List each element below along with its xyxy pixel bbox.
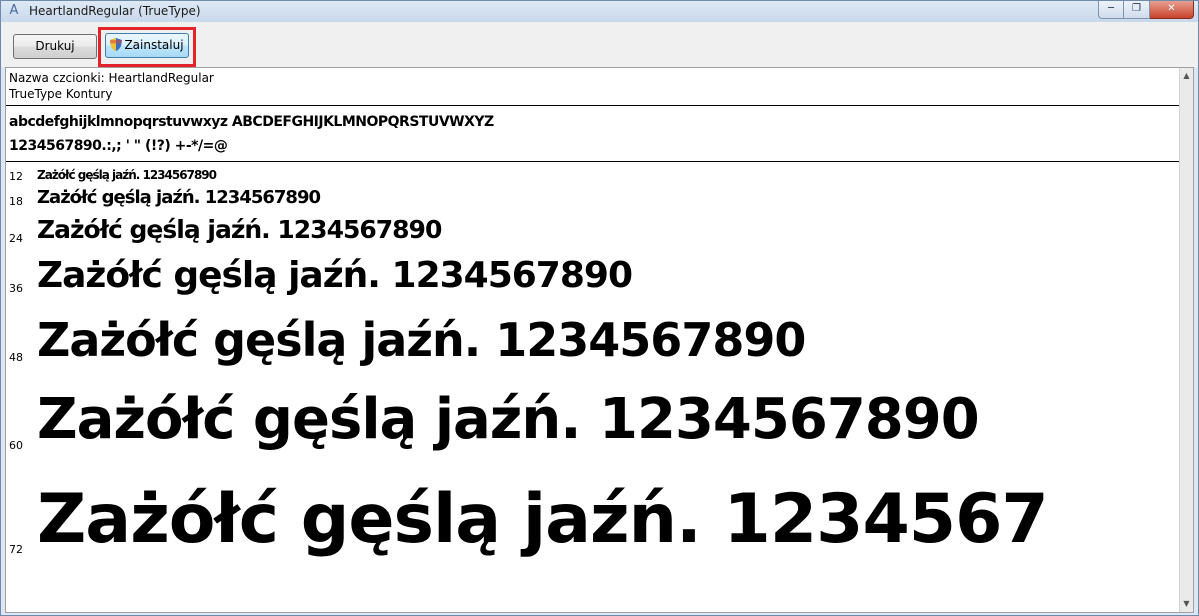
sample-text: Zażółć gęślą jaźń. 1234567890 (37, 255, 633, 296)
close-icon: ✕ (1167, 3, 1176, 14)
charset-line-symbols: 1234567890.:,; ' " (!?) +-*/=@ (9, 138, 228, 154)
install-button-label: Zainstaluj (124, 38, 184, 52)
toolbar: Drukuj Zainstaluj (1, 21, 1198, 67)
print-button[interactable]: Drukuj (13, 34, 97, 59)
caption-buttons: ─ ❐ ✕ (1098, 1, 1194, 19)
sample-row-48: 48 Zażółć gęślą jaźń. 1234567890 (9, 308, 1169, 372)
scroll-up-icon[interactable]: ▲ (1180, 68, 1193, 84)
sample-size-label: 36 (9, 282, 23, 295)
sample-row-18: 18 Zażółć gęślą jaźń. 1234567890 (9, 186, 1169, 210)
uac-shield-icon (110, 38, 123, 51)
restore-icon: ❐ (1132, 3, 1141, 14)
close-button[interactable]: ✕ (1150, 1, 1194, 19)
maximize-button[interactable]: ❐ (1124, 1, 1150, 19)
sample-row-72: 72 Zażółć gęślą jaźń. 1234567 (9, 472, 1179, 572)
sample-row-60: 60 Zażółć gęślą jaźń. 1234567890 (9, 380, 1169, 460)
sample-text: Zażółć gęślą jaźń. 1234567890 (37, 168, 217, 182)
charset-line-letters: abcdefghijklmnopqrstuvwxyz ABCDEFGHIJKLM… (9, 114, 494, 130)
font-app-icon: A (9, 3, 19, 18)
font-viewer-window: A HeartlandRegular (TrueType) ─ ❐ ✕ Druk… (0, 0, 1199, 616)
vertical-scrollbar[interactable]: ▲ ▼ (1179, 68, 1193, 612)
sample-size-label: 24 (9, 232, 23, 245)
font-preview-pane[interactable]: Nazwa czcionki: HeartlandRegular TrueTyp… (5, 67, 1194, 613)
sample-size-label: 18 (9, 195, 23, 208)
minimize-button[interactable]: ─ (1098, 1, 1124, 19)
sample-text: Zażółć gęślą jaźń. 1234567890 (37, 187, 321, 208)
font-type-line: TrueType Kontury (9, 87, 113, 101)
sample-text: Zażółć gęślą jaźń. 1234567 (37, 480, 1049, 559)
install-button[interactable]: Zainstaluj (105, 33, 189, 58)
sample-row-36: 36 Zażółć gęślą jaźń. 1234567890 (9, 252, 1169, 300)
window-title: HeartlandRegular (TrueType) (29, 4, 201, 18)
font-name-line: Nazwa czcionki: HeartlandRegular (9, 71, 214, 85)
sample-size-label: 60 (9, 439, 23, 452)
scroll-down-icon[interactable]: ▼ (1180, 596, 1193, 612)
sample-size-label: 72 (9, 543, 23, 556)
title-bar[interactable]: A HeartlandRegular (TrueType) ─ ❐ ✕ (1, 1, 1198, 21)
sample-row-12: 12 Zażółć gęślą jaźń. 1234567890 (9, 168, 1169, 184)
separator (6, 105, 1181, 106)
sample-size-label: 12 (9, 170, 23, 183)
minimize-icon: ─ (1107, 3, 1115, 14)
sample-size-label: 48 (9, 351, 23, 364)
sample-row-24: 24 Zażółć gęślą jaźń. 1234567890 (9, 212, 1169, 248)
sample-text: Zażółć gęślą jaźń. 1234567890 (37, 387, 980, 452)
sample-text: Zażółć gęślą jaźń. 1234567890 (37, 313, 806, 367)
separator (6, 161, 1181, 162)
sample-text: Zażółć gęślą jaźń. 1234567890 (37, 215, 442, 244)
